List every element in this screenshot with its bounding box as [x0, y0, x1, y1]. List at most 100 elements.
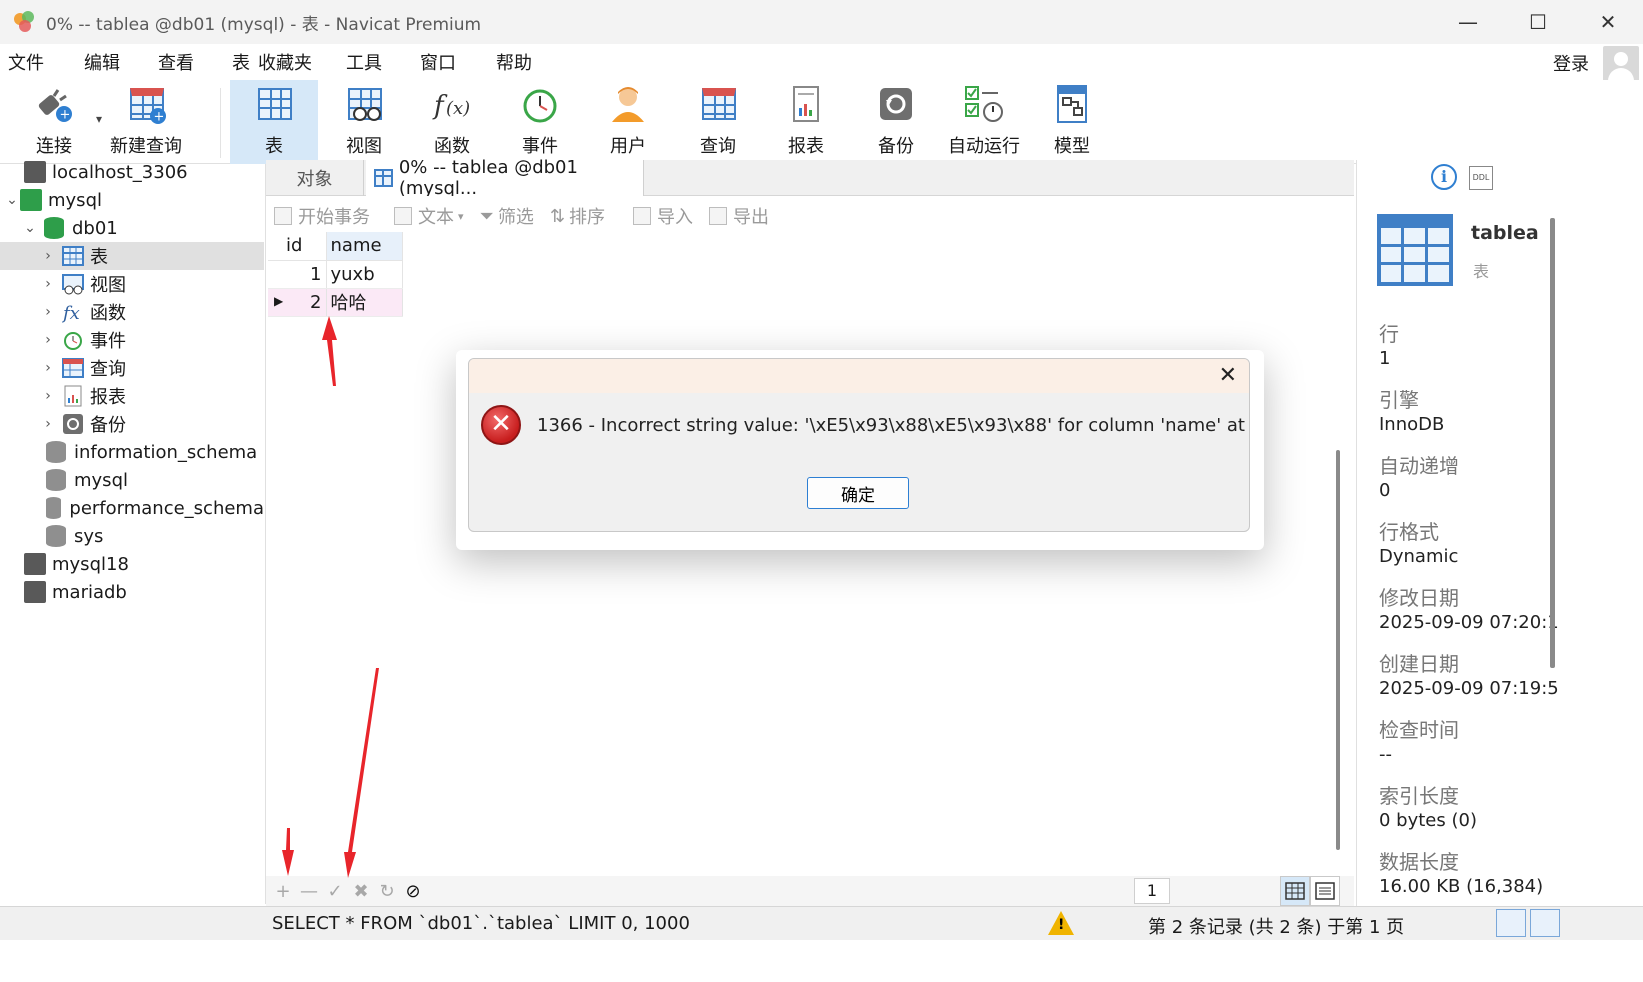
ddl-icon[interactable]: DDL	[1469, 166, 1493, 190]
table-row[interactable]: 1 yuxb	[268, 260, 403, 289]
tree-item-mysql18[interactable]: mysql18	[0, 550, 264, 578]
tree-item-mariadb[interactable]: mariadb	[0, 578, 264, 606]
function-button[interactable]: f (x) 函数	[418, 80, 486, 164]
menu-file[interactable]: 文件	[0, 49, 56, 75]
tree-item-label: sys	[74, 525, 104, 547]
maximize-button[interactable]: ☐	[1503, 0, 1573, 44]
automation-button[interactable]: 自动运行	[944, 80, 1024, 164]
tree-item-db01[interactable]: ⌄ db01	[0, 214, 264, 242]
import-button[interactable]: 导入	[633, 203, 693, 229]
new-query-button[interactable]: + 新建查询	[108, 80, 184, 164]
login-link[interactable]: 登录	[1553, 50, 1589, 76]
menu-favorites[interactable]: 收藏夹	[256, 49, 324, 75]
table-icon	[62, 245, 84, 267]
svg-text:(x): (x)	[446, 98, 470, 119]
cell-name[interactable]: yuxb	[326, 260, 403, 289]
refresh-button[interactable]: ↻	[374, 881, 400, 902]
table-button[interactable]: 表	[230, 80, 318, 164]
menu-tools[interactable]: 工具	[324, 49, 394, 75]
info-value-auto-increment: 0	[1379, 480, 1391, 501]
ok-button[interactable]: 确定	[807, 477, 909, 509]
cell-id[interactable]: 1	[268, 260, 327, 289]
backup-button[interactable]: 备份	[862, 80, 930, 164]
menu-view[interactable]: 查看	[132, 49, 206, 75]
tree-item-label: mariadb	[52, 581, 127, 603]
grid-view-button[interactable]	[1280, 876, 1310, 906]
tree-item-queries[interactable]: › 查询	[0, 354, 264, 382]
model-button[interactable]: 模型	[1038, 80, 1106, 164]
column-header-id[interactable]: id	[268, 232, 327, 261]
toggle-left-panel-button[interactable]	[1496, 909, 1526, 937]
info-panel-scrollbar[interactable]	[1550, 218, 1555, 668]
tree-item-localhost[interactable]: localhost_3306	[0, 158, 264, 186]
chevron-right-icon[interactable]: ›	[40, 416, 56, 432]
tree-item-reports[interactable]: › 报表	[0, 382, 264, 410]
cell-name[interactable]: 哈哈	[326, 288, 403, 317]
tree-item-performance-schema[interactable]: performance_schema	[0, 494, 264, 522]
tree-item-sys[interactable]: sys	[0, 522, 264, 550]
chevron-right-icon[interactable]: ›	[40, 360, 56, 376]
menu-edit[interactable]: 编辑	[56, 49, 132, 75]
tab-objects[interactable]: 对象	[266, 160, 364, 196]
tree-item-views[interactable]: › 视图	[0, 270, 264, 298]
connect-button[interactable]: + 连接	[18, 80, 90, 164]
filter-button[interactable]: ⏷ 筛选	[480, 203, 534, 229]
chevron-right-icon[interactable]: ›	[40, 248, 56, 264]
connect-dropdown-icon[interactable]: ▾	[96, 112, 102, 126]
tree-item-label: mysql	[48, 189, 102, 211]
svg-text:+: +	[60, 108, 71, 123]
text-button[interactable]: 文本 ▾	[394, 203, 464, 229]
tree-item-mysql-db[interactable]: mysql	[0, 466, 264, 494]
chevron-right-icon[interactable]: ›	[40, 276, 56, 292]
dialog-close-button[interactable]: ✕	[1219, 363, 1237, 388]
table-row[interactable]: 2 哈哈	[268, 288, 403, 317]
sort-icon: ⇅	[549, 205, 566, 227]
info-icon[interactable]: i	[1431, 164, 1457, 190]
menu-help[interactable]: 帮助	[468, 49, 544, 75]
menu-table[interactable]: 表	[206, 49, 256, 75]
report-button[interactable]: 报表	[772, 80, 840, 164]
apply-changes-button[interactable]: ✓	[322, 881, 348, 902]
function-icon: fx	[61, 301, 84, 324]
page-number-field[interactable]: 1	[1134, 878, 1170, 904]
sort-button[interactable]: ⇅ 排序	[550, 203, 605, 229]
view-button[interactable]: 视图	[330, 80, 398, 164]
view-label: 视图	[346, 136, 382, 157]
tree-item-backups[interactable]: › 备份	[0, 410, 264, 438]
stop-button[interactable]: ⊘	[400, 881, 426, 902]
event-button[interactable]: 事件	[506, 80, 574, 164]
chevron-right-icon[interactable]: ›	[40, 388, 56, 404]
function-label: 函数	[434, 136, 470, 157]
query-button[interactable]: 查询	[684, 80, 752, 164]
begin-transaction-button[interactable]: 开始事务	[274, 203, 370, 229]
info-label-auto-increment: 自动递增	[1379, 454, 1459, 478]
menu-window[interactable]: 窗口	[394, 49, 468, 75]
minimize-button[interactable]: —	[1433, 0, 1503, 44]
tree-item-events[interactable]: › 事件	[0, 326, 264, 354]
avatar[interactable]	[1603, 46, 1639, 82]
close-window-button[interactable]: ✕	[1573, 0, 1643, 44]
new-query-label: 新建查询	[110, 136, 182, 157]
tree-item-mysql-connection[interactable]: ⌄ mysql	[0, 186, 264, 214]
form-view-button[interactable]	[1310, 876, 1340, 906]
tree-item-information-schema[interactable]: information_schema	[0, 438, 264, 466]
column-header-name[interactable]: name	[326, 232, 403, 261]
add-record-button[interactable]: +	[270, 881, 296, 902]
chevron-down-icon[interactable]: ⌄	[22, 220, 38, 236]
chevron-right-icon[interactable]: ›	[40, 332, 56, 348]
warning-icon[interactable]: !	[1048, 911, 1074, 935]
user-button[interactable]: 用户	[594, 80, 662, 164]
grid-scrollbar[interactable]	[1336, 450, 1340, 850]
tree-item-tables[interactable]: › 表	[0, 242, 264, 270]
export-button[interactable]: 导出	[709, 203, 769, 229]
discard-changes-button[interactable]: ✖	[348, 881, 374, 902]
chevron-down-icon[interactable]: ⌄	[4, 192, 20, 208]
tree-item-label: 报表	[90, 387, 126, 408]
toggle-right-panel-button[interactable]	[1530, 909, 1560, 937]
chevron-right-icon[interactable]: ›	[40, 304, 56, 320]
navicat-logo-icon	[14, 11, 36, 33]
tree-item-functions[interactable]: › fx 函数	[0, 298, 264, 326]
title-bar: 0% -- tablea @db01 (mysql) - 表 - Navicat…	[0, 0, 1643, 44]
tab-tablea[interactable]: 0% -- tablea @db01 (mysql...	[366, 157, 644, 199]
delete-record-button[interactable]: —	[296, 881, 322, 902]
